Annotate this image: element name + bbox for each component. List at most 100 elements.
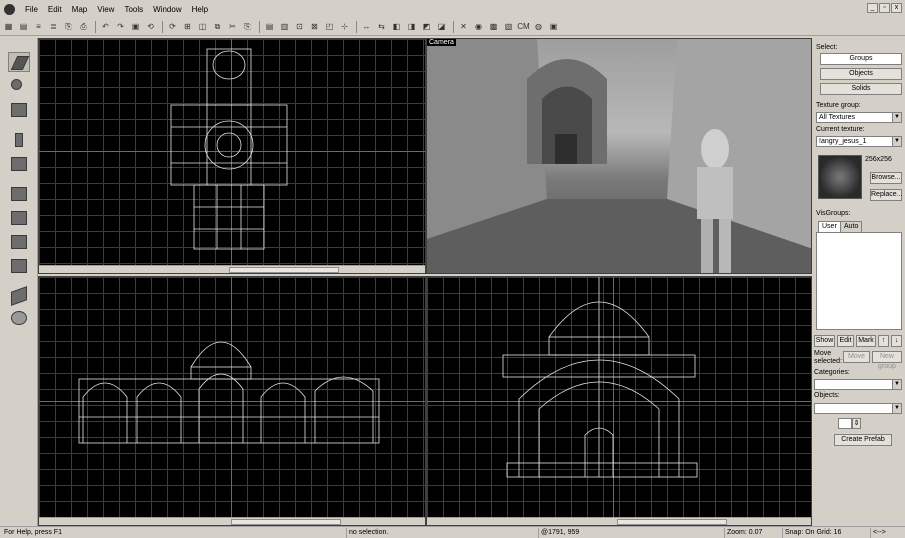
objects-select[interactable]: ▼: [814, 403, 902, 414]
toolbar-viewlight-icon[interactable]: ◩: [420, 21, 433, 33]
toolbar-swap-icon[interactable]: ⇆: [375, 21, 388, 33]
move-button[interactable]: Move: [843, 351, 870, 363]
texture-preview[interactable]: [818, 155, 862, 199]
toolbar-undo-icon[interactable]: ↶: [99, 21, 112, 33]
toolbar-hollow-icon[interactable]: ⊡: [293, 21, 306, 33]
menu-file[interactable]: File: [20, 5, 43, 14]
restore-button[interactable]: ▫: [879, 3, 890, 13]
toolbar-delete-icon[interactable]: ✕: [457, 21, 470, 33]
horizontal-scrollbar[interactable]: [427, 517, 811, 525]
toolbar-rotate-icon[interactable]: ⟲: [144, 21, 157, 33]
toolbar-copy2-icon[interactable]: ⎘: [241, 21, 254, 33]
toolbar-entity-report-icon[interactable]: ▧: [502, 21, 515, 33]
status-snap: Snap: On Grid: 16: [782, 528, 870, 538]
chevron-down-icon[interactable]: ▼: [892, 113, 901, 122]
viewport-side[interactable]: [426, 276, 812, 526]
arrow-up-icon[interactable]: ↑: [878, 335, 889, 347]
tab-auto[interactable]: Auto: [840, 221, 863, 232]
toolbar-separator: [453, 20, 454, 33]
browse-button[interactable]: Browse...: [870, 172, 902, 184]
spin-button[interactable]: ⇕: [852, 418, 861, 429]
chevron-down-icon[interactable]: ▼: [892, 137, 901, 146]
toolbar-view2d-icon[interactable]: ◧: [390, 21, 403, 33]
toolbar-cut-icon[interactable]: ✂: [226, 21, 239, 33]
viewport-camera[interactable]: Camera: [426, 38, 812, 274]
menu-edit[interactable]: Edit: [43, 5, 67, 14]
show-button[interactable]: Show: [814, 335, 835, 347]
toolbar-clip-icon[interactable]: ⊠: [308, 21, 321, 33]
app-icon[interactable]: [4, 3, 15, 15]
toolbar-align-icon[interactable]: ≡: [32, 21, 45, 33]
magnify-tool-icon[interactable]: [8, 76, 30, 96]
solids-button[interactable]: Solids: [820, 83, 902, 95]
menu-window[interactable]: Window: [148, 5, 186, 14]
toolbar-run-map-icon[interactable]: ◉: [472, 21, 485, 33]
clip-tool-icon[interactable]: [8, 256, 30, 276]
menu-tools[interactable]: Tools: [119, 5, 148, 14]
main-toolbar: ▦ ▤ ≡ ≣ ⎘ ⎙ ↶ ↷ ▣ ⟲ ⟳ ⊞ ◫ ⧉ ✂ ⎘ ▤ ▥ ⊡ ⊠ ◰ ⊹ ↔ ⇆ ◧ ◨ ◩ ◪ ✕ ◉ ▩ ▧ CM ◍ ▣: [0, 18, 905, 36]
chevron-down-icon[interactable]: ▼: [892, 380, 901, 389]
viewport-front[interactable]: [38, 276, 426, 526]
menu-bar: File Edit Map View Tools Window Help _ ▫…: [0, 0, 905, 18]
close-button[interactable]: x: [891, 3, 902, 13]
toolbar-hide-icon[interactable]: ▣: [129, 21, 142, 33]
apply-texture-tool-icon[interactable]: [8, 208, 30, 228]
toolbar-ungroup-icon[interactable]: ◫: [196, 21, 209, 33]
current-texture-value: !angry_jesus_1: [819, 138, 867, 145]
replace-button[interactable]: Replace...: [870, 189, 903, 201]
categories-select[interactable]: ▼: [814, 379, 902, 390]
toolbar-separator: [162, 20, 163, 33]
toolbar-carve-icon[interactable]: ⧉: [211, 21, 224, 33]
toolbar-paste2-icon[interactable]: ▤: [263, 21, 276, 33]
toolbar-group-icon[interactable]: ⊞: [181, 21, 194, 33]
texture-group-select[interactable]: All Textures ▼: [816, 112, 902, 123]
edit-button[interactable]: Edit: [837, 335, 854, 347]
new-group-button[interactable]: New group: [872, 351, 902, 370]
menu-help[interactable]: Help: [187, 5, 213, 14]
toolbar-options-icon[interactable]: ▩: [487, 21, 500, 33]
toolbar-grid-icon[interactable]: ▦: [2, 21, 15, 33]
texture-group-value: All Textures: [819, 114, 856, 121]
toolbar-separator: [95, 20, 96, 33]
tab-user[interactable]: User: [818, 221, 841, 232]
toolbar-grid-step-icon[interactable]: ▤: [17, 21, 30, 33]
menu-map[interactable]: Map: [67, 5, 93, 14]
toolbar-check-map-icon[interactable]: CM: [517, 21, 530, 33]
overlay-tool-icon[interactable]: [8, 308, 30, 328]
groups-button[interactable]: Groups: [820, 53, 902, 65]
toolbar-view3d-icon[interactable]: ◨: [405, 21, 418, 33]
horizontal-scrollbar[interactable]: [39, 517, 425, 525]
block-tool-icon[interactable]: [8, 154, 30, 174]
texture-tool-icon[interactable]: [8, 184, 30, 204]
floorplan-wireframe: [170, 48, 288, 250]
visgroups-list[interactable]: [816, 232, 902, 330]
minimize-button[interactable]: _: [867, 3, 878, 13]
viewport-top[interactable]: [38, 38, 426, 274]
chevron-down-icon[interactable]: ▼: [892, 404, 901, 413]
decal-tool-icon[interactable]: [8, 232, 30, 252]
horizontal-scrollbar[interactable]: [39, 265, 425, 273]
toolbar-prefab-icon[interactable]: ▣: [547, 21, 560, 33]
toolbar-scale-icon[interactable]: ↔: [360, 21, 373, 33]
toolbar-copy-icon[interactable]: ⎘: [62, 21, 75, 33]
selection-tool-icon[interactable]: [8, 52, 30, 72]
arrow-down-icon[interactable]: ↓: [891, 335, 902, 347]
toolbar-texlock-icon[interactable]: ⊹: [338, 21, 351, 33]
toolbar-viewflat-icon[interactable]: ◪: [435, 21, 448, 33]
prefab-count-field[interactable]: [838, 418, 852, 429]
entity-tool-icon[interactable]: [8, 130, 30, 150]
current-texture-select[interactable]: !angry_jesus_1 ▼: [816, 136, 902, 147]
camera-tool-icon[interactable]: [8, 100, 30, 120]
toolbar-align-step-icon[interactable]: ≣: [47, 21, 60, 33]
toolbar-paste-icon[interactable]: ⎙: [77, 21, 90, 33]
toolbar-redo-icon[interactable]: ↷: [114, 21, 127, 33]
create-prefab-button[interactable]: Create Prefab: [834, 434, 892, 446]
menu-view[interactable]: View: [92, 5, 119, 14]
toolbar-ignore-icon[interactable]: ▥: [278, 21, 291, 33]
mark-button[interactable]: Mark: [856, 335, 876, 347]
vertex-tool-icon[interactable]: [8, 286, 30, 306]
objects-button[interactable]: Objects: [820, 68, 902, 80]
toolbar-vertex-icon[interactable]: ◰: [323, 21, 336, 33]
toolbar-flip-icon[interactable]: ⟳: [166, 21, 179, 33]
toolbar-sound-icon[interactable]: ◍: [532, 21, 545, 33]
